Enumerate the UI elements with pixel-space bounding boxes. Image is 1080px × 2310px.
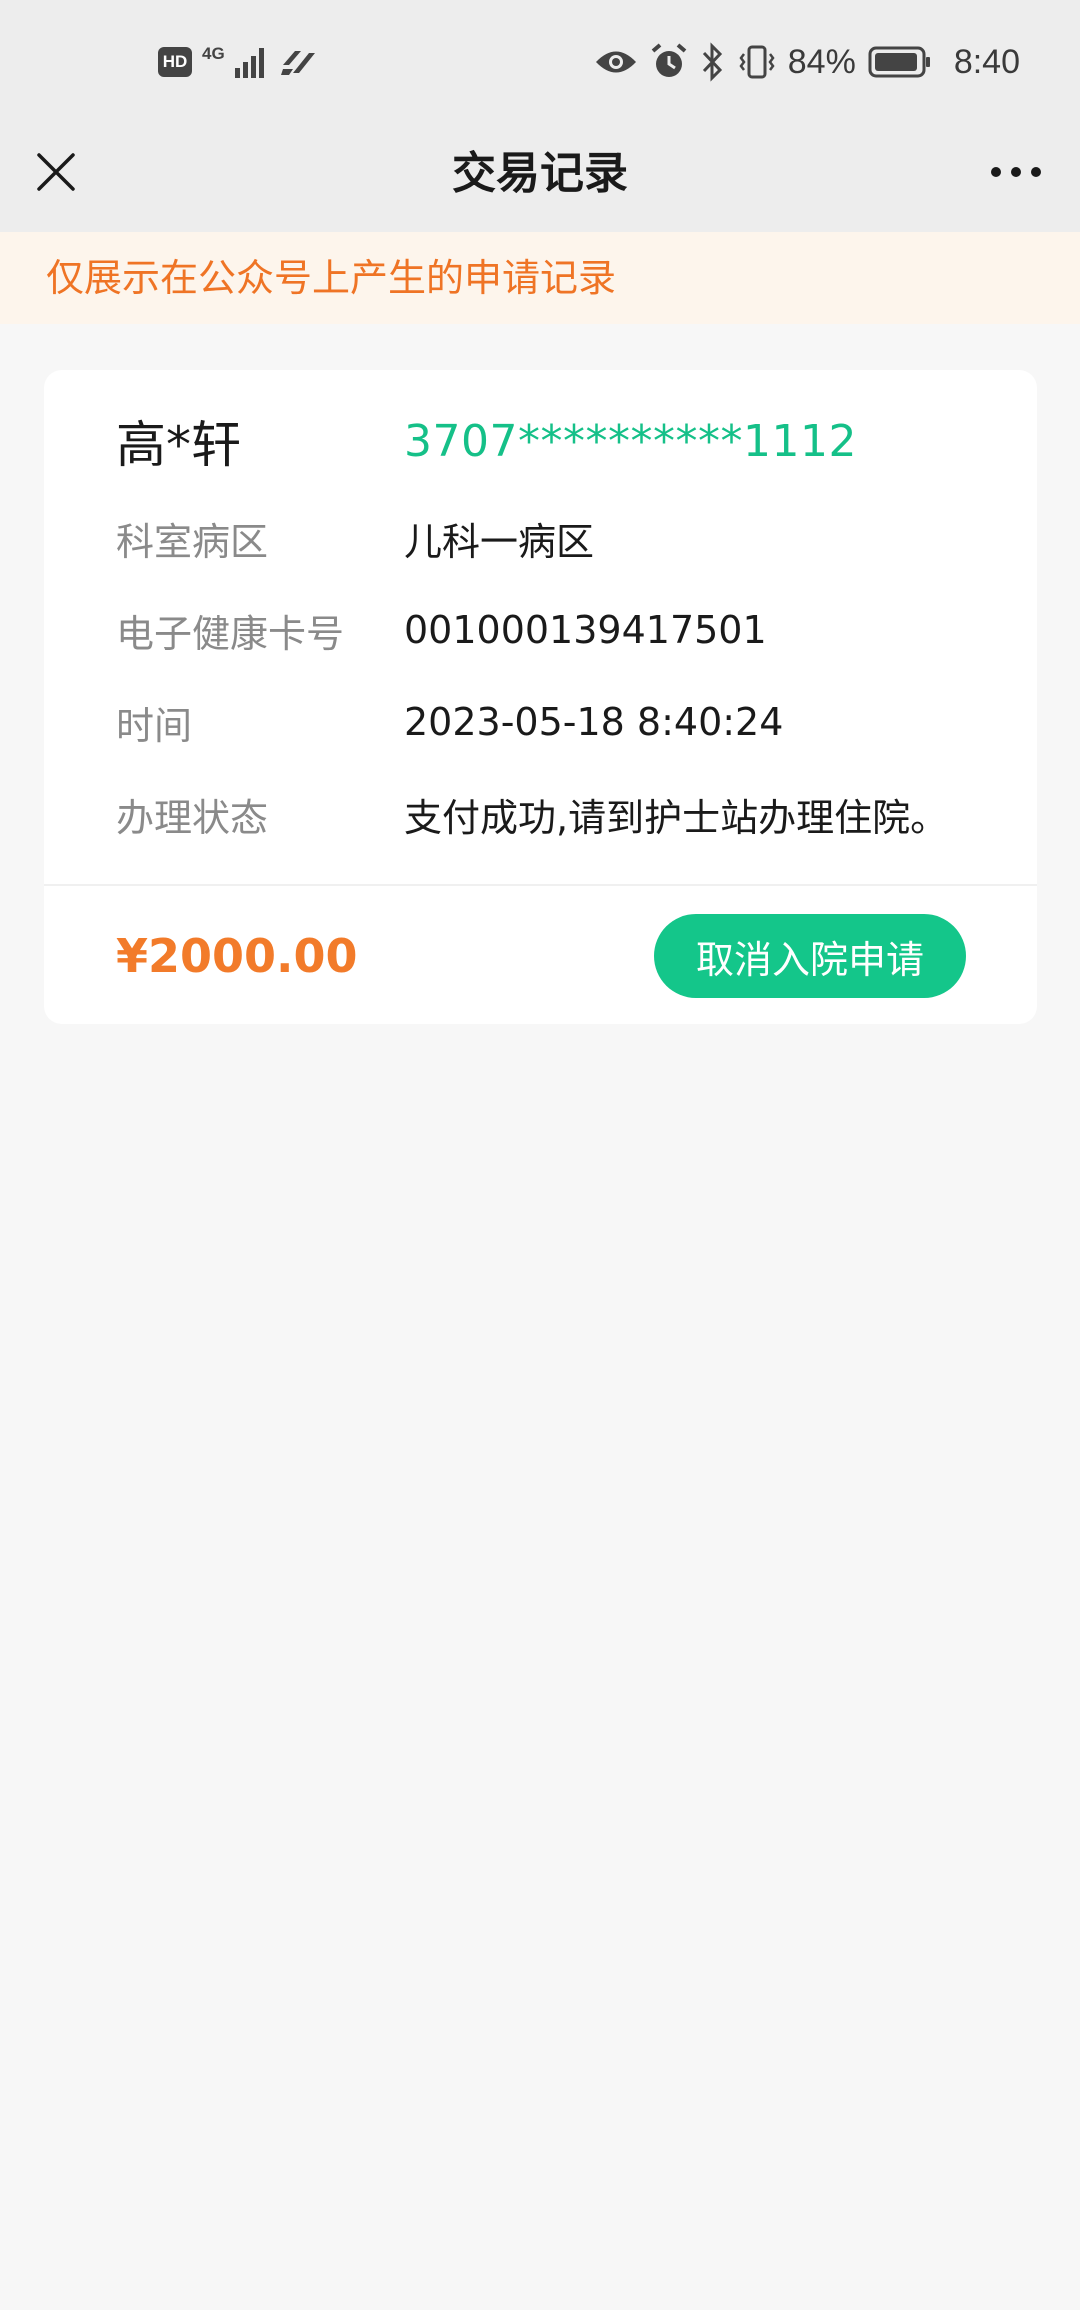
page-title: 交易记录 [452,148,628,199]
more-dots-icon [991,167,1041,177]
field-value: 儿科一病区 [404,519,595,564]
status-bar-left: HD 4G [158,40,317,84]
field-label: 科室病区 [116,519,269,564]
wifi-calling-icon [280,51,315,75]
field-value: 001000139417501 [404,608,767,652]
bluetooth-icon [702,42,722,82]
battery-percent: 84% [787,42,856,81]
alarm-icon [651,43,687,77]
field-row-time: 时间 2023-05-18 8:40:24 [116,692,997,752]
notice-text: 仅展示在公众号上产生的申请记录 [46,256,617,300]
card-divider [44,884,1037,886]
field-label: 办理状态 [116,795,269,840]
hd-icon: HD [158,47,192,77]
amount: ¥2000.00 [116,929,358,983]
status-bar: HD 4G 84% 8:40 [0,0,1080,124]
status-bar-right: 84% 8:40 [594,36,1020,88]
signal-icon [234,48,264,78]
nav-bar: 交易记录 [0,124,1080,232]
patient-name: 高*轩 [116,416,241,474]
status-time: 8:40 [953,42,1020,81]
eye-icon [595,51,636,73]
patient-row: 高*轩 3707**********1112 [116,406,997,476]
field-row-status: 办理状态 支付成功,请到护士站办理住院。 [116,784,997,844]
field-row-department: 科室病区 儿科一病区 [116,508,997,568]
field-row-health-card: 电子健康卡号 001000139417501 [116,600,997,660]
record-card: 高*轩 3707**********1112 科室病区 儿科一病区 电子健康卡号… [44,370,1037,1024]
vibrate-icon [739,45,775,79]
network-type: 4G [202,44,225,63]
field-value: 支付成功,请到护士站办理住院。 [404,795,949,840]
field-label: 电子健康卡号 [116,611,345,656]
patient-id: 3707**********1112 [404,415,857,467]
battery-icon [868,46,930,78]
cancel-admission-button[interactable]: 取消入院申请 [654,914,966,998]
field-label: 时间 [116,703,193,748]
notice-banner: 仅展示在公众号上产生的申请记录 [0,232,1080,324]
more-button[interactable] [980,144,1052,200]
field-value: 2023-05-18 8:40:24 [404,700,784,744]
